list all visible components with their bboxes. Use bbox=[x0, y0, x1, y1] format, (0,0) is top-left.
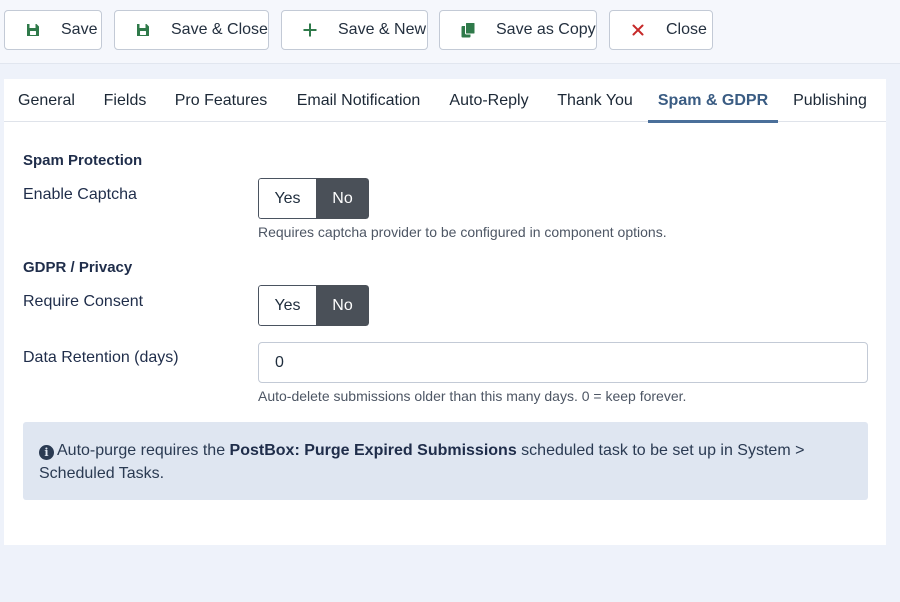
spam-protection-heading: Spam Protection bbox=[23, 152, 143, 169]
toolbar: Save Save & Close Save & New Save as Cop… bbox=[0, 0, 900, 64]
enable-captcha-label: Enable Captcha bbox=[23, 186, 137, 203]
save-new-label: Save & New bbox=[338, 21, 427, 38]
plus-icon bbox=[302, 22, 318, 38]
captcha-help-text: Requires captcha provider to be configur… bbox=[258, 224, 667, 240]
gdpr-heading: GDPR / Privacy bbox=[23, 259, 133, 276]
copy-icon bbox=[460, 22, 476, 38]
tab-pro-features[interactable]: Pro Features bbox=[161, 79, 281, 122]
retention-help-text: Auto-delete submissions older than this … bbox=[258, 388, 687, 404]
auto-purge-info-alert: i Auto-purge requires the PostBox: Purge … bbox=[23, 422, 868, 500]
alert-task-name: PostBox: Purge Expired Submissions bbox=[229, 442, 517, 459]
captcha-yes-option[interactable]: Yes bbox=[258, 178, 316, 219]
tab-publishing[interactable]: Publishing bbox=[778, 79, 882, 122]
floppy-disk-icon bbox=[135, 22, 151, 38]
tab-spam-gdpr[interactable]: Spam & GDPR bbox=[648, 79, 778, 123]
consent-no-option[interactable]: No bbox=[316, 285, 369, 326]
data-retention-input[interactable] bbox=[258, 342, 868, 383]
close-x-icon bbox=[630, 22, 646, 38]
consent-yes-option[interactable]: Yes bbox=[258, 285, 316, 326]
save-close-label: Save & Close bbox=[171, 21, 268, 38]
save-copy-label: Save as Copy bbox=[496, 21, 596, 38]
tab-email-notification[interactable]: Email Notification bbox=[281, 79, 436, 122]
tab-bar: General Fields Pro Features Email Notifi… bbox=[4, 79, 886, 123]
floppy-disk-icon bbox=[25, 22, 41, 38]
form-panel: General Fields Pro Features Email Notifi… bbox=[4, 79, 886, 545]
tab-auto-reply[interactable]: Auto-Reply bbox=[436, 79, 542, 122]
save-label: Save bbox=[61, 21, 98, 38]
captcha-no-option[interactable]: No bbox=[316, 178, 369, 219]
alert-prefix-text: Auto-purge requires the bbox=[57, 442, 230, 459]
close-button[interactable]: Close bbox=[609, 10, 713, 50]
save-new-button[interactable]: Save & New bbox=[281, 10, 428, 50]
tab-thank-you[interactable]: Thank You bbox=[542, 79, 648, 122]
enable-captcha-toggle: Yes No bbox=[258, 178, 369, 219]
save-button[interactable]: Save bbox=[4, 10, 102, 50]
close-label: Close bbox=[666, 21, 707, 38]
save-copy-button[interactable]: Save as Copy bbox=[439, 10, 597, 50]
save-close-button[interactable]: Save & Close bbox=[114, 10, 269, 50]
require-consent-label: Require Consent bbox=[23, 293, 144, 310]
tab-fields[interactable]: Fields bbox=[89, 79, 161, 122]
tab-general[interactable]: General bbox=[4, 79, 89, 122]
data-retention-label: Data Retention (days) bbox=[23, 349, 179, 366]
info-circle-icon: i bbox=[39, 445, 54, 460]
require-consent-toggle: Yes No bbox=[258, 285, 369, 326]
